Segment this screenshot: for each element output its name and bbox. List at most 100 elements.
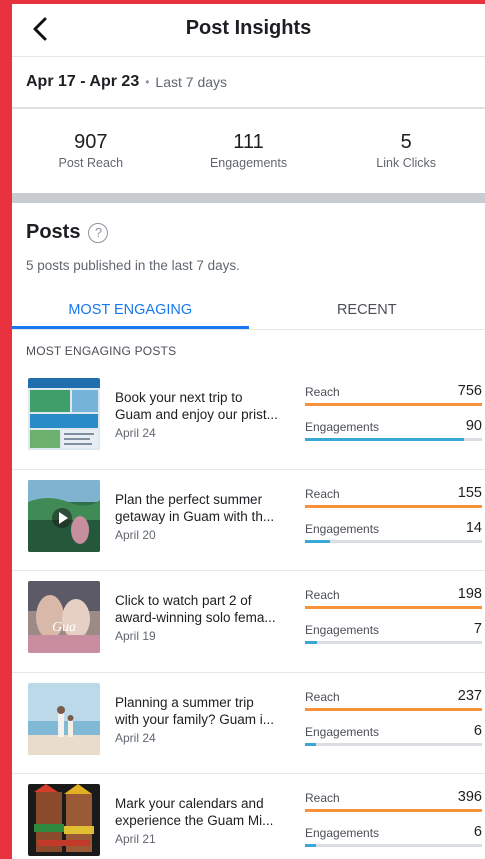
stat-link-clicks: 5 Link Clicks	[327, 109, 485, 193]
stat-engagements: 111 Engagements	[170, 109, 328, 193]
reach-label: Reach	[305, 486, 340, 501]
stat-label: Engagements	[209, 156, 288, 170]
stat-label: Link Clicks	[376, 156, 437, 170]
stat-value: 907	[74, 131, 108, 153]
reach-bar	[305, 504, 482, 508]
engagements-label: Engagements	[305, 623, 380, 637]
engagements-value: 7	[473, 621, 482, 637]
reach-bar-fill	[305, 403, 482, 406]
post-metrics: Reach 198 Engagements 7	[305, 586, 482, 656]
post-row[interactable]: Plan the perfect summer getaway in Guam w…	[12, 470, 485, 571]
engagements-bar-fill	[305, 844, 316, 847]
post-title: Click to watch part 2 of award-winning so…	[115, 592, 295, 626]
page-title: Post Insights	[185, 17, 312, 39]
posts-subtitle: 5 posts published in the last 7 days.	[26, 258, 240, 273]
post-title-line: getaway in Guam with th...	[115, 508, 275, 524]
stat-value: 5	[400, 131, 412, 153]
post-title-line: award-winning solo fema...	[115, 610, 276, 625]
post-title-line: Plan the perfect summer	[115, 491, 263, 507]
engagements-label: Engagements	[305, 724, 380, 739]
engagements-label: Engagements	[305, 826, 380, 840]
post-title-line: with your family? Guam i...	[115, 711, 275, 727]
engagements-bar-fill	[305, 539, 330, 543]
posts-title-row: Posts ?	[26, 221, 471, 244]
reach-bar-fill	[305, 707, 482, 711]
post-title: Plan the perfect summer getaway in Guam w…	[115, 491, 295, 525]
summary-stats: 907 Post Reach 111 Engagements 5 Link Cl…	[12, 109, 485, 193]
engagements-label: Engagements	[305, 521, 380, 536]
engagements-value: 6	[473, 722, 482, 739]
post-date: April 20	[115, 527, 156, 542]
engagements-value: 14	[465, 519, 482, 536]
reach-label: Reach	[305, 689, 340, 704]
post-title-line: Book your next trip to	[115, 390, 243, 405]
post-row[interactable]: Gua Click to watch part 2 of award-winnin…	[12, 571, 485, 673]
reach-value: 198	[457, 586, 482, 602]
list-section-label: MOST ENGAGING POSTS	[26, 344, 177, 358]
post-title: Mark your calendars and experience the Gu…	[115, 795, 295, 829]
post-list: Book your next trip to Guam and enjoy our…	[12, 368, 485, 859]
reach-label: Reach	[305, 791, 340, 805]
engagements-label: Engagements	[305, 420, 380, 434]
post-metrics: Reach 237 Engagements 6	[305, 688, 482, 758]
engagements-bar	[305, 539, 482, 543]
post-text: Mark your calendars and experience the Gu…	[115, 795, 295, 846]
post-row[interactable]: Mark your calendars and experience the Gu…	[12, 774, 485, 859]
engagements-value: 6	[473, 824, 482, 840]
top-bar: Post Insights	[12, 4, 485, 57]
reach-bar	[305, 403, 482, 406]
couple-thumbnail-image: Gua	[28, 581, 100, 653]
post-metrics: Reach 756 Engagements 90	[305, 383, 482, 453]
svg-text:Gua: Gua	[52, 620, 76, 635]
post-title-line: Planning a summer trip	[115, 694, 254, 710]
post-date: April 24	[115, 426, 156, 440]
engagements-bar-fill	[305, 641, 318, 644]
reach-label: Reach	[305, 588, 340, 602]
post-title: Book your next trip to Guam and enjoy our…	[115, 389, 295, 423]
post-date: April 24	[115, 730, 156, 745]
reach-value: 237	[457, 687, 482, 704]
post-text: Click to watch part 2 of award-winning so…	[115, 592, 295, 643]
section-divider	[12, 193, 485, 203]
post-title-line: Guam and enjoy our prist...	[115, 407, 278, 422]
engagements-bar	[305, 641, 482, 644]
insights-panel: Post Insights Apr 17 - Apr 23 • Last 7 d…	[12, 4, 485, 859]
post-date: April 21	[115, 832, 156, 846]
reach-value: 396	[457, 789, 482, 805]
post-title-line: Click to watch part 2 of	[115, 593, 252, 608]
stat-value: 111	[233, 131, 264, 153]
video-thumbnail-image	[28, 479, 100, 552]
engagements-bar	[305, 844, 482, 847]
beach-thumbnail-image	[28, 682, 100, 755]
post-title: Planning a summer trip with your family? …	[115, 694, 295, 728]
post-date: April 19	[115, 629, 156, 643]
reach-bar-fill	[305, 606, 482, 609]
post-title-line: Mark your calendars and	[115, 796, 264, 811]
stat-post-reach: 907 Post Reach	[12, 109, 170, 193]
posts-tabs: MOST ENGAGING RECENT	[12, 293, 485, 330]
posts-title: Posts	[26, 221, 81, 243]
reach-value: 756	[457, 383, 482, 399]
help-icon[interactable]: ?	[88, 222, 109, 243]
date-separator: •	[145, 75, 150, 89]
engagements-bar-fill	[305, 742, 316, 746]
date-range-row[interactable]: Apr 17 - Apr 23 • Last 7 days	[12, 57, 485, 109]
post-title-line: experience the Guam Mi...	[115, 813, 274, 828]
magazine-thumbnail-image	[28, 378, 100, 450]
reach-bar-fill	[305, 809, 482, 812]
reach-label: Reach	[305, 385, 340, 399]
post-text: Book your next trip to Guam and enjoy our…	[115, 389, 295, 440]
tab-most-engaging[interactable]: MOST ENGAGING	[12, 293, 249, 329]
date-range-note: Last 7 days	[155, 74, 228, 90]
date-range: Apr 17 - Apr 23	[26, 73, 140, 90]
post-row[interactable]: Planning a summer trip with your family? …	[12, 673, 485, 774]
engagements-bar	[305, 742, 482, 746]
reach-bar	[305, 606, 482, 609]
tab-recent[interactable]: RECENT	[249, 293, 485, 329]
post-row[interactable]: Book your next trip to Guam and enjoy our…	[12, 368, 485, 470]
stat-label: Post Reach	[58, 156, 124, 170]
post-metrics: Reach 396 Engagements 6	[305, 789, 482, 859]
engagements-bar-fill	[305, 438, 465, 441]
post-text: Plan the perfect summer getaway in Guam w…	[115, 491, 295, 542]
reach-bar-fill	[305, 504, 482, 508]
